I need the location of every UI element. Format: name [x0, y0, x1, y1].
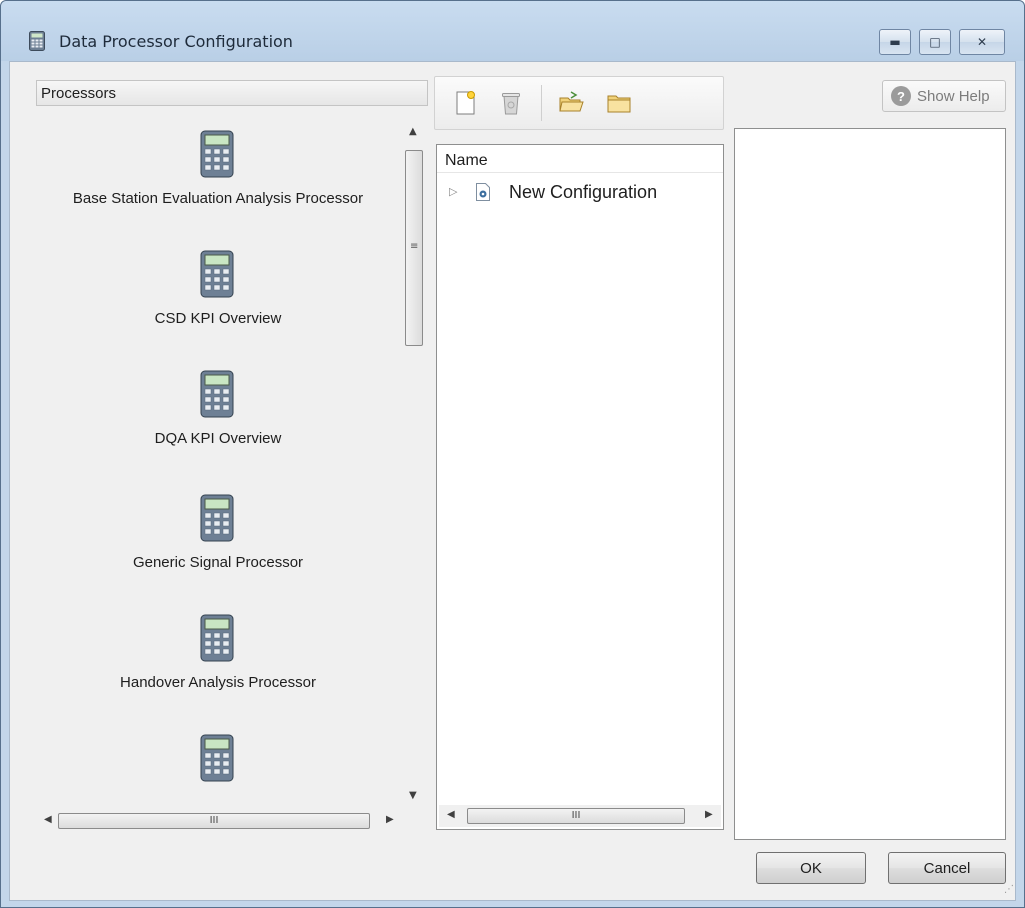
calculator-icon: [200, 130, 234, 178]
title-bar[interactable]: Data Processor Configuration ▬ □ ✕: [1, 1, 1024, 61]
calculator-icon: [200, 494, 234, 542]
processor-label: Generic Signal Processor: [132, 554, 304, 571]
maximize-icon: □: [929, 35, 941, 49]
scroll-left-arrow-icon[interactable]: ◀: [44, 814, 52, 825]
processor-label: DQA KPI Overview: [154, 430, 282, 447]
processor-item[interactable]: Base Station Evaluation Analysis Process…: [36, 120, 400, 240]
minimize-button[interactable]: ▬: [879, 29, 911, 55]
help-icon: ?: [891, 86, 911, 106]
tree-item-label: New Configuration: [509, 182, 658, 202]
maximize-button[interactable]: □: [919, 29, 951, 55]
processor-item[interactable]: Generic Signal Processor: [36, 484, 400, 604]
dialog-client-area: Processors Base Station Evaluation Analy…: [9, 61, 1016, 901]
window-title: Data Processor Configuration: [59, 32, 293, 51]
config-document-icon: [476, 183, 490, 201]
cancel-button[interactable]: Cancel: [888, 852, 1006, 884]
help-panel: [734, 128, 1006, 840]
close-button[interactable]: ✕: [959, 29, 1005, 55]
resize-grip-icon[interactable]: ⋰: [1004, 884, 1014, 895]
scroll-right-arrow-icon[interactable]: ▶: [705, 809, 713, 820]
calculator-icon: [200, 734, 234, 782]
close-icon: ✕: [976, 35, 988, 49]
processor-item[interactable]: CSD KPI Overview: [36, 240, 400, 360]
configuration-toolbar: [434, 76, 724, 130]
toolbar-separator: [541, 85, 542, 121]
new-document-icon[interactable]: [451, 89, 479, 117]
folder-icon[interactable]: [605, 89, 633, 117]
expand-arrow-icon[interactable]: ▷: [449, 185, 457, 198]
calculator-icon: [200, 370, 234, 418]
minimize-icon: ▬: [889, 35, 901, 49]
tree-horizontal-scrollbar[interactable]: ◀ III ▶: [439, 805, 721, 827]
open-folder-icon[interactable]: [557, 89, 585, 117]
recycle-bin-icon[interactable]: [497, 89, 525, 117]
show-help-button[interactable]: ? Show Help: [882, 80, 1006, 112]
scroll-left-arrow-icon[interactable]: ◀: [447, 809, 455, 820]
processors-horizontal-scrollbar[interactable]: ◀ III ▶: [36, 810, 400, 832]
processors-list: Base Station Evaluation Analysis Process…: [36, 120, 400, 804]
processor-label: CSD KPI Overview: [154, 310, 282, 327]
processor-label: Handover Analysis Processor: [120, 674, 316, 691]
tree-row[interactable]: ▷ New Configuration: [437, 181, 723, 205]
scroll-right-arrow-icon[interactable]: ▶: [386, 814, 394, 825]
vertical-scroll-thumb[interactable]: ≡: [405, 150, 423, 346]
configuration-tree: Name ▷ New Configuration ◀ III ▶: [436, 144, 724, 830]
horizontal-scroll-thumb[interactable]: III: [58, 813, 370, 829]
processor-item[interactable]: Handover Analysis Processor: [36, 604, 400, 724]
calculator-icon: [29, 31, 45, 51]
grip-icon: ≡: [410, 241, 419, 252]
processors-vertical-scrollbar[interactable]: ▲ ≡ ▼: [402, 118, 426, 806]
ok-button[interactable]: OK: [756, 852, 866, 884]
processors-header: Processors: [36, 80, 428, 106]
show-help-label: Show Help: [917, 87, 990, 105]
dialog-window: Data Processor Configuration ▬ □ ✕ Proce…: [0, 0, 1025, 908]
scroll-down-arrow-icon[interactable]: ▼: [409, 790, 417, 801]
processor-item[interactable]: [36, 724, 400, 804]
horizontal-scroll-thumb[interactable]: III: [467, 808, 685, 824]
tree-column-header[interactable]: Name: [437, 145, 723, 173]
processor-label: Base Station Evaluation Analysis Process…: [72, 190, 364, 207]
processor-item[interactable]: DQA KPI Overview: [36, 360, 400, 480]
calculator-icon: [200, 250, 234, 298]
calculator-icon: [200, 614, 234, 662]
scroll-up-arrow-icon[interactable]: ▲: [409, 126, 417, 137]
